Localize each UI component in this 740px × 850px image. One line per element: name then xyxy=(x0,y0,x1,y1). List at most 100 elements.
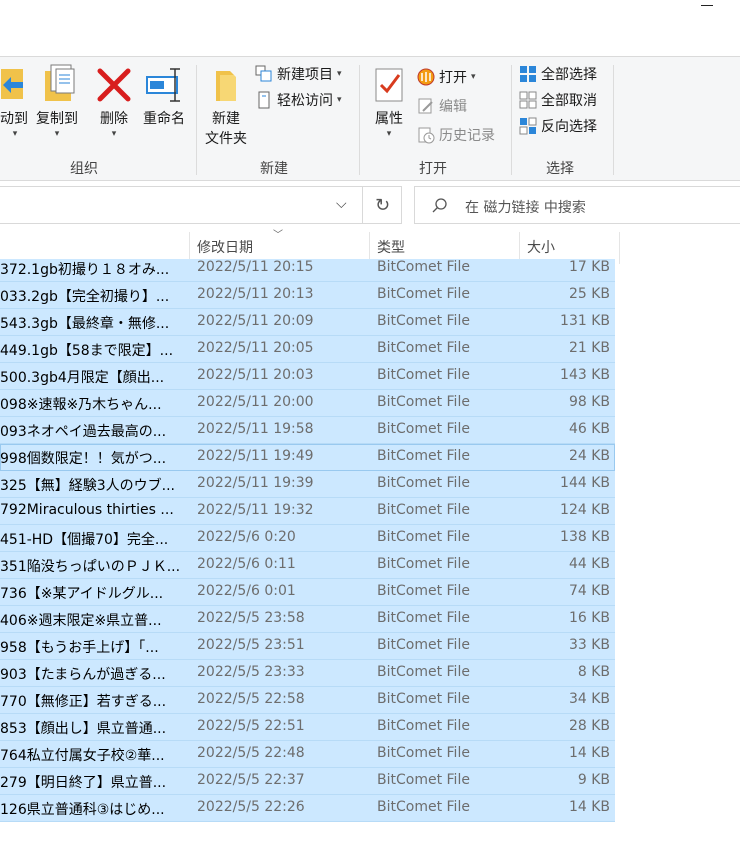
minimize-button[interactable] xyxy=(701,5,713,6)
file-name: 770【無修正】若すぎる... xyxy=(0,694,167,710)
file-name: 792Miraculous thirties ... xyxy=(0,502,174,518)
title-bar xyxy=(0,0,740,57)
copy-to-button[interactable]: 复制到 ▾ xyxy=(32,63,82,139)
file-row[interactable]: 126県立普通科③はじめ... 2022/5/5 22:26 BitComet Fi… xyxy=(0,795,615,822)
file-type: BitComet File xyxy=(377,583,470,599)
file-name: 736【※某アイドルグル... xyxy=(0,586,164,602)
move-to-button[interactable]: 动到 ▾ xyxy=(0,63,30,139)
new-item-button[interactable]: 新建项目 ▾ xyxy=(255,63,342,85)
file-date: 2022/5/5 23:58 xyxy=(197,610,305,626)
file-size: 143 KB xyxy=(560,367,610,383)
file-type: BitComet File xyxy=(377,691,470,707)
file-size: 44 KB xyxy=(568,556,610,572)
file-size: 25 KB xyxy=(568,286,610,302)
file-row[interactable]: 279【明日終了】県立普... 2022/5/5 22:37 BitComet Fi… xyxy=(0,768,615,795)
file-row[interactable]: 093ネオペイ過去最高の... 2022/5/11 19:58 BitComet F… xyxy=(0,417,615,444)
delete-button[interactable]: 删除 ▾ xyxy=(94,63,134,139)
file-row[interactable]: 325【無】経験3人のウブ... 2022/5/11 19:39 BitComet … xyxy=(0,471,615,498)
file-row[interactable]: 449.1gb【58まで限定】... 2022/5/11 20:05 BitCome… xyxy=(0,336,615,363)
file-row[interactable]: 372.1gb初撮り１８オみ... 2022/5/11 20:15 BitComet… xyxy=(0,259,615,282)
new-item-icon xyxy=(255,65,272,82)
edit-icon xyxy=(418,98,433,114)
delete-icon xyxy=(97,68,131,102)
file-date: 2022/5/5 22:37 xyxy=(197,772,305,788)
file-name: 764私立付属女子校②華... xyxy=(0,748,165,764)
properties-button[interactable]: 属性 ▾ xyxy=(367,63,411,139)
file-type: BitComet File xyxy=(377,448,470,464)
select-all-icon xyxy=(520,66,536,82)
ribbon-separator xyxy=(359,65,360,175)
file-size: 28 KB xyxy=(568,718,610,734)
file-row[interactable]: 351陥没ちっぱいのＰＪＫ... 2022/5/6 0:11 BitComet Fi… xyxy=(0,552,615,579)
address-bar[interactable]: ⌵ ↻ xyxy=(0,186,402,224)
file-row[interactable]: 792Miraculous thirties ... 2022/5/11 19:3… xyxy=(0,498,615,525)
file-size: 16 KB xyxy=(568,610,610,626)
file-row[interactable]: 903【たまらんが過ぎる... 2022/5/5 23:33 BitComet Fi… xyxy=(0,660,615,687)
file-size: 144 KB xyxy=(560,475,610,491)
file-name: 325【無】経験3人のウブ... xyxy=(0,478,175,494)
open-app-icon xyxy=(417,68,435,86)
file-name: 279【明日終了】県立普... xyxy=(0,775,167,791)
new-folder-button[interactable]: 新建 文件夹 xyxy=(202,63,250,149)
file-name: 449.1gb【58まで限定】... xyxy=(0,343,174,359)
ribbon-home-tab: 动到 ▾ 复制到 ▾ 删除 ▾ 重命名 组织 新建 文件夹 新建项目 ▾ 轻松访… xyxy=(0,57,740,181)
file-size: 9 KB xyxy=(577,772,610,788)
file-date: 2022/5/11 19:49 xyxy=(197,448,314,464)
group-label-open: 打开 xyxy=(419,161,447,177)
file-name: 998個数限定！！気がつ... xyxy=(0,451,167,467)
file-row[interactable]: 033.2gb【完全初撮り】... 2022/5/11 20:13 BitComet… xyxy=(0,282,615,309)
select-none-button[interactable]: 全部取消 xyxy=(519,89,597,111)
search-input[interactable]: 在 磁力链接 中搜索 xyxy=(465,197,586,217)
select-all-button[interactable]: 全部选择 xyxy=(519,63,597,85)
copy-to-icon xyxy=(45,64,75,101)
group-label-select: 选择 xyxy=(546,161,574,177)
file-row[interactable]: 406※週末限定※県立普... 2022/5/5 23:58 BitComet Fi… xyxy=(0,606,615,633)
file-size: 124 KB xyxy=(560,502,610,518)
file-row[interactable]: 764私立付属女子校②華... 2022/5/5 22:48 BitComet Fi… xyxy=(0,741,615,768)
file-name: 958【もうお手上げ】「... xyxy=(0,640,159,656)
column-divider[interactable] xyxy=(619,232,620,264)
file-row[interactable]: 958【もうお手上げ】「... 2022/5/5 23:51 BitComet Fi… xyxy=(0,633,615,660)
open-button[interactable]: 打开 ▾ xyxy=(417,66,476,88)
ribbon-separator xyxy=(196,65,197,175)
file-size: 24 KB xyxy=(568,448,610,464)
file-name: 500.3gb4月限定【顔出... xyxy=(0,370,165,386)
easy-access-button[interactable]: 轻松访问 ▾ xyxy=(255,89,342,111)
file-date: 2022/5/11 20:03 xyxy=(197,367,314,383)
file-type: BitComet File xyxy=(377,664,470,680)
file-type: BitComet File xyxy=(377,421,470,437)
file-row[interactable]: 500.3gb4月限定【顔出... 2022/5/11 20:03 BitComet… xyxy=(0,363,615,390)
file-date: 2022/5/11 20:09 xyxy=(197,313,314,329)
file-row[interactable]: 853【顔出し】県立普通... 2022/5/5 22:51 BitComet Fi… xyxy=(0,714,615,741)
file-size: 21 KB xyxy=(568,340,610,356)
sort-descending-icon: ﹀ xyxy=(273,230,283,241)
file-size: 34 KB xyxy=(568,691,610,707)
file-date: 2022/5/5 22:48 xyxy=(197,745,305,761)
file-type: BitComet File xyxy=(377,799,470,815)
file-size: 14 KB xyxy=(568,745,610,761)
file-date: 2022/5/5 22:51 xyxy=(197,718,305,734)
file-date: 2022/5/11 19:58 xyxy=(197,421,314,437)
refresh-button[interactable]: ↻ xyxy=(362,187,402,223)
file-row[interactable]: 451-HD【個撮70】完全... 2022/5/6 0:20 BitComet F… xyxy=(0,525,615,552)
invert-selection-button[interactable]: 反向选择 xyxy=(519,115,597,137)
file-name: 853【顔出し】県立普通... xyxy=(0,721,167,737)
file-row[interactable]: 770【無修正】若すぎる... 2022/5/5 22:58 BitComet Fi… xyxy=(0,687,615,714)
file-list: 372.1gb初撮り１８オみ... 2022/5/11 20:15 BitComet… xyxy=(0,259,615,822)
select-none-icon xyxy=(519,91,537,109)
file-row[interactable]: 998個数限定！！気がつ... 2022/5/11 19:49 BitComet F… xyxy=(0,444,615,471)
file-name: 033.2gb【完全初撮り】... xyxy=(0,289,170,305)
file-row[interactable]: 736【※某アイドルグル... 2022/5/6 0:01 BitComet Fil… xyxy=(0,579,615,606)
chevron-down-icon[interactable]: ⌵ xyxy=(336,196,347,212)
search-box[interactable]: 在 磁力链接 中搜索 xyxy=(414,186,740,224)
file-size: 17 KB xyxy=(568,259,610,275)
file-date: 2022/5/11 19:32 xyxy=(197,502,314,518)
file-size: 14 KB xyxy=(568,799,610,815)
file-row[interactable]: 098※速報※乃木ちゃん... 2022/5/11 20:00 BitComet F… xyxy=(0,390,615,417)
file-type: BitComet File xyxy=(377,340,470,356)
file-date: 2022/5/6 0:20 xyxy=(197,529,296,545)
rename-button[interactable]: 重命名 xyxy=(140,63,188,129)
history-button[interactable]: 历史记录 xyxy=(417,124,495,146)
edit-button[interactable]: 编辑 xyxy=(417,95,467,117)
file-row[interactable]: 543.3gb【最終章・無修... 2022/5/11 20:09 BitComet… xyxy=(0,309,615,336)
